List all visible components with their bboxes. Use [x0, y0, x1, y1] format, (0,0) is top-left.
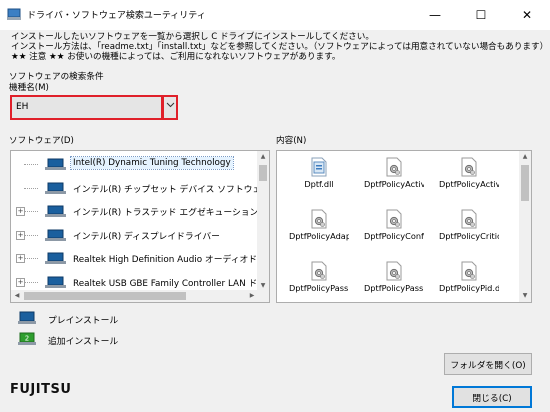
gear-file-icon: [461, 157, 477, 177]
close-window-button[interactable]: ✕: [504, 0, 550, 30]
preinstall-laptop-icon: [45, 229, 66, 241]
software-item-label: Realtek USB GBE Family Controller LAN ドラ…: [73, 278, 269, 289]
scroll-up-arrow-icon[interactable]: ▲: [519, 151, 531, 163]
software-item[interactable]: +Realtek High Definition Audio オーディオドライバ…: [11, 248, 269, 268]
logo-text: FUJITSU: [10, 382, 72, 397]
close-button[interactable]: 閉じる(C): [452, 386, 532, 408]
gear-file-icon: [386, 261, 402, 281]
scrollbar-thumb[interactable]: [24, 292, 186, 300]
software-item-label: インテル(R) チップセット デバイス ソフトウェア: [73, 184, 270, 195]
instructions: インストールしたいソフトウェアを一覧から選択し C ドライブにインストールしてく…: [11, 32, 548, 62]
software-item-label: インテル(R) ディスプレイドライバー: [73, 231, 220, 242]
tree-connector: [24, 187, 38, 189]
fujitsu-logo: FUJITSU: [10, 382, 71, 397]
software-label: ソフトウェア(D): [9, 136, 74, 146]
file-name: DptfPolicyPassiv...: [364, 283, 424, 293]
file-name: DptfPolicyPid.dll: [439, 283, 499, 293]
scroll-up-arrow-icon[interactable]: ▲: [257, 151, 269, 163]
gear-file-icon: [461, 261, 477, 281]
file-name: DptfPolicyAdapti...: [289, 231, 349, 241]
file-name: DptfPolicyConfig...: [364, 231, 424, 241]
file-name: Dptf.dll: [304, 179, 334, 189]
file-item[interactable]: DptfPolicyActive...: [439, 151, 499, 203]
file-item[interactable]: DptfPolicyPassiv...: [364, 255, 424, 302]
file-item[interactable]: DptfPolicyActive...: [364, 151, 424, 203]
file-name: DptfPolicyActive...: [364, 179, 424, 189]
preinstall-laptop-icon: [45, 182, 66, 194]
app-window: ドライバ・ソフトウェア検索ユーティリティ — ☐ ✕ インストールしたいソフトウ…: [0, 0, 550, 412]
software-item-label: Intel(R) Dynamic Tuning Technology: [70, 156, 234, 170]
software-item-label: インテル(R) トラステッド エグゼキューション エンジン: [73, 208, 269, 218]
gear-file-icon: [386, 157, 402, 177]
software-horizontal-scrollbar[interactable]: ◀ ▶: [11, 290, 258, 302]
model-name-dropdown[interactable]: EH: [10, 95, 178, 120]
tree-connector: [24, 211, 38, 212]
model-name-value: EH: [16, 102, 29, 112]
minimize-button[interactable]: —: [412, 0, 458, 30]
software-item[interactable]: インテル(R) チップセット デバイス ソフトウェア: [11, 178, 269, 198]
maximize-button[interactable]: ☐: [458, 0, 504, 30]
scrollbar-thumb[interactable]: [259, 165, 267, 181]
app-icon: [7, 8, 21, 20]
scroll-left-arrow-icon[interactable]: ◀: [11, 290, 23, 302]
file-item[interactable]: DptfPolicyCritic...: [439, 203, 499, 255]
scrollbar-thumb[interactable]: [521, 165, 529, 201]
tree-connector: [24, 164, 38, 165]
file-item[interactable]: DptfPolicyPassiv...: [289, 255, 349, 302]
contents-vertical-scrollbar[interactable]: ▲ ▼: [519, 151, 531, 302]
file-item[interactable]: DptfPolicyPid.dll: [439, 255, 499, 302]
gear-file-icon: [386, 209, 402, 229]
software-item-label: Realtek High Definition Audio オーディオドライバー: [73, 255, 269, 265]
dropdown-divider: [161, 95, 164, 120]
title-bar: ドライバ・ソフトウェア検索ユーティリティ — ☐ ✕: [0, 0, 550, 30]
software-item[interactable]: + インテル(R) ディスプレイドライバー: [11, 225, 258, 245]
file-item[interactable]: Dptf.dll: [289, 151, 349, 203]
file-name: DptfPolicyActive...: [439, 179, 499, 189]
gear-file-icon: [461, 209, 477, 229]
scrollbar-corner: [257, 290, 269, 302]
instruction-line-1: インストールしたいソフトウェアを一覧から選択し C ドライブにインストールしてく…: [11, 32, 374, 42]
preinstall-laptop-icon: [45, 252, 66, 264]
instruction-line-3: ★★ 注意 ★★ お使いの機種によっては、ご利用になれないソフトウェアがあります…: [11, 52, 341, 62]
legend-preinstall-label: プレインストール: [48, 316, 119, 326]
gear-file-icon: [311, 261, 327, 281]
window-title: ドライバ・ソフトウェア検索ユーティリティ: [27, 11, 206, 21]
contents-label: 内容(N): [276, 136, 307, 146]
chevron-down-icon[interactable]: [166, 101, 175, 111]
file-item[interactable]: DptfPolicyAdapti...: [289, 203, 349, 255]
software-tree[interactable]: Intel(R) Dynamic Tuning Technology インテル(R…: [10, 150, 270, 303]
legend-additional-label: 追加インストール: [48, 337, 119, 347]
preinstall-laptop-icon: [45, 205, 66, 217]
model-name-label: 機種名(M): [9, 83, 49, 93]
file-item[interactable]: DptfPolicyConfig...: [364, 203, 424, 255]
software-item[interactable]: +Realtek USB GBE Family Controller LAN ド…: [11, 272, 269, 292]
additional-badge-number: 2: [25, 335, 29, 343]
gear-file-icon: [311, 209, 327, 229]
preinstall-laptop-icon: [18, 311, 36, 324]
dll-file-icon: [311, 157, 327, 177]
additional-install-laptop-icon: 2: [18, 332, 36, 345]
file-name: DptfPolicyCritic...: [439, 231, 499, 241]
contents-file-list[interactable]: Dptf.dll DptfPolicyActive... DptfPolicyAct…: [276, 150, 532, 303]
tree-connector: [24, 281, 38, 283]
software-item[interactable]: +インテル(R) トラステッド エグゼキューション エンジン: [11, 201, 269, 221]
tree-connector: [24, 258, 38, 259]
preinstall-laptop-icon: [45, 158, 66, 170]
file-name: DptfPolicyPassiv...: [289, 283, 349, 293]
software-item[interactable]: Intel(R) Dynamic Tuning Technology: [11, 154, 258, 174]
software-vertical-scrollbar[interactable]: ▲ ▼: [257, 151, 269, 292]
open-folder-button[interactable]: フォルダを開く(O): [444, 353, 532, 375]
preinstall-laptop-icon: [45, 276, 66, 288]
tree-connector: [24, 234, 38, 236]
instruction-line-2: インストール方法は、「readme.txt」「install.txt」などを参照…: [11, 42, 549, 52]
scroll-down-arrow-icon[interactable]: ▼: [519, 290, 531, 302]
